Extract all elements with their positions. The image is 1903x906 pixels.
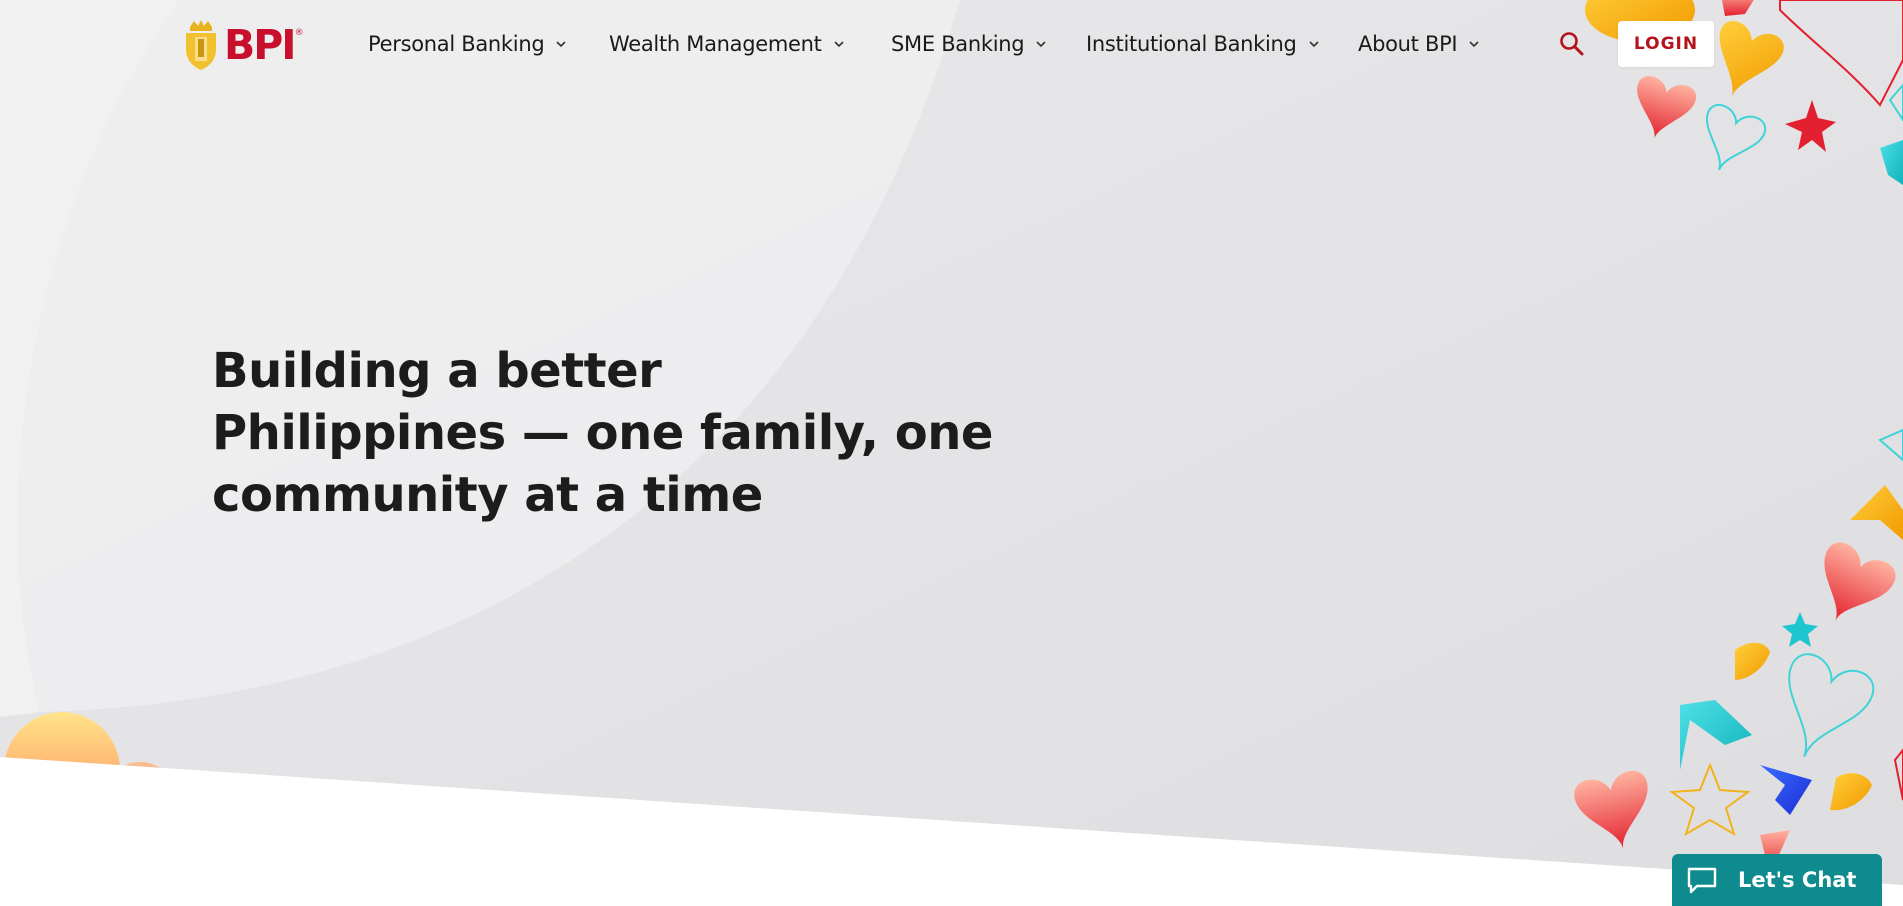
crest-icon xyxy=(186,20,216,70)
nav-institutional-banking[interactable]: Institutional Banking xyxy=(1086,28,1319,60)
chevron-down-icon xyxy=(1469,41,1479,48)
nav-personal-banking[interactable]: Personal Banking xyxy=(368,28,566,60)
nav-label: Institutional Banking xyxy=(1086,32,1297,56)
chat-bubble-icon xyxy=(1687,867,1717,894)
chevron-down-icon xyxy=(834,41,844,48)
nav-label: Personal Banking xyxy=(368,32,545,56)
nav-about-bpi[interactable]: About BPI xyxy=(1358,28,1479,60)
headline-line: community at a time xyxy=(212,467,763,523)
chat-label: Let's Chat xyxy=(1738,868,1857,892)
hero-headline: Building a better Philippines — one fami… xyxy=(212,340,1012,526)
headline-line: Philippines — one family, one xyxy=(212,405,993,461)
nav-wealth-management[interactable]: Wealth Management xyxy=(609,28,844,60)
site-header: BPI ® Personal Banking Wealth Management… xyxy=(0,0,1903,88)
nav-label: About BPI xyxy=(1358,32,1458,56)
chevron-down-icon xyxy=(556,41,566,48)
bpi-logo[interactable]: BPI ® xyxy=(182,16,310,74)
search-button[interactable] xyxy=(1558,30,1586,58)
headline-line: Building a better xyxy=(212,343,662,399)
lets-chat-button[interactable]: Let's Chat xyxy=(1672,854,1882,906)
login-button[interactable]: LOGIN xyxy=(1618,21,1714,67)
chevron-down-icon xyxy=(1036,41,1046,48)
nav-label: SME Banking xyxy=(891,32,1025,56)
trademark-mark: ® xyxy=(294,28,304,38)
hero-banner: BPI ® Personal Banking Wealth Management… xyxy=(0,0,1903,906)
nav-sme-banking[interactable]: SME Banking xyxy=(891,28,1046,60)
logo-wordmark: BPI xyxy=(224,20,297,69)
chevron-down-icon xyxy=(1309,41,1319,48)
search-icon xyxy=(1560,32,1584,56)
nav-label: Wealth Management xyxy=(609,32,822,56)
